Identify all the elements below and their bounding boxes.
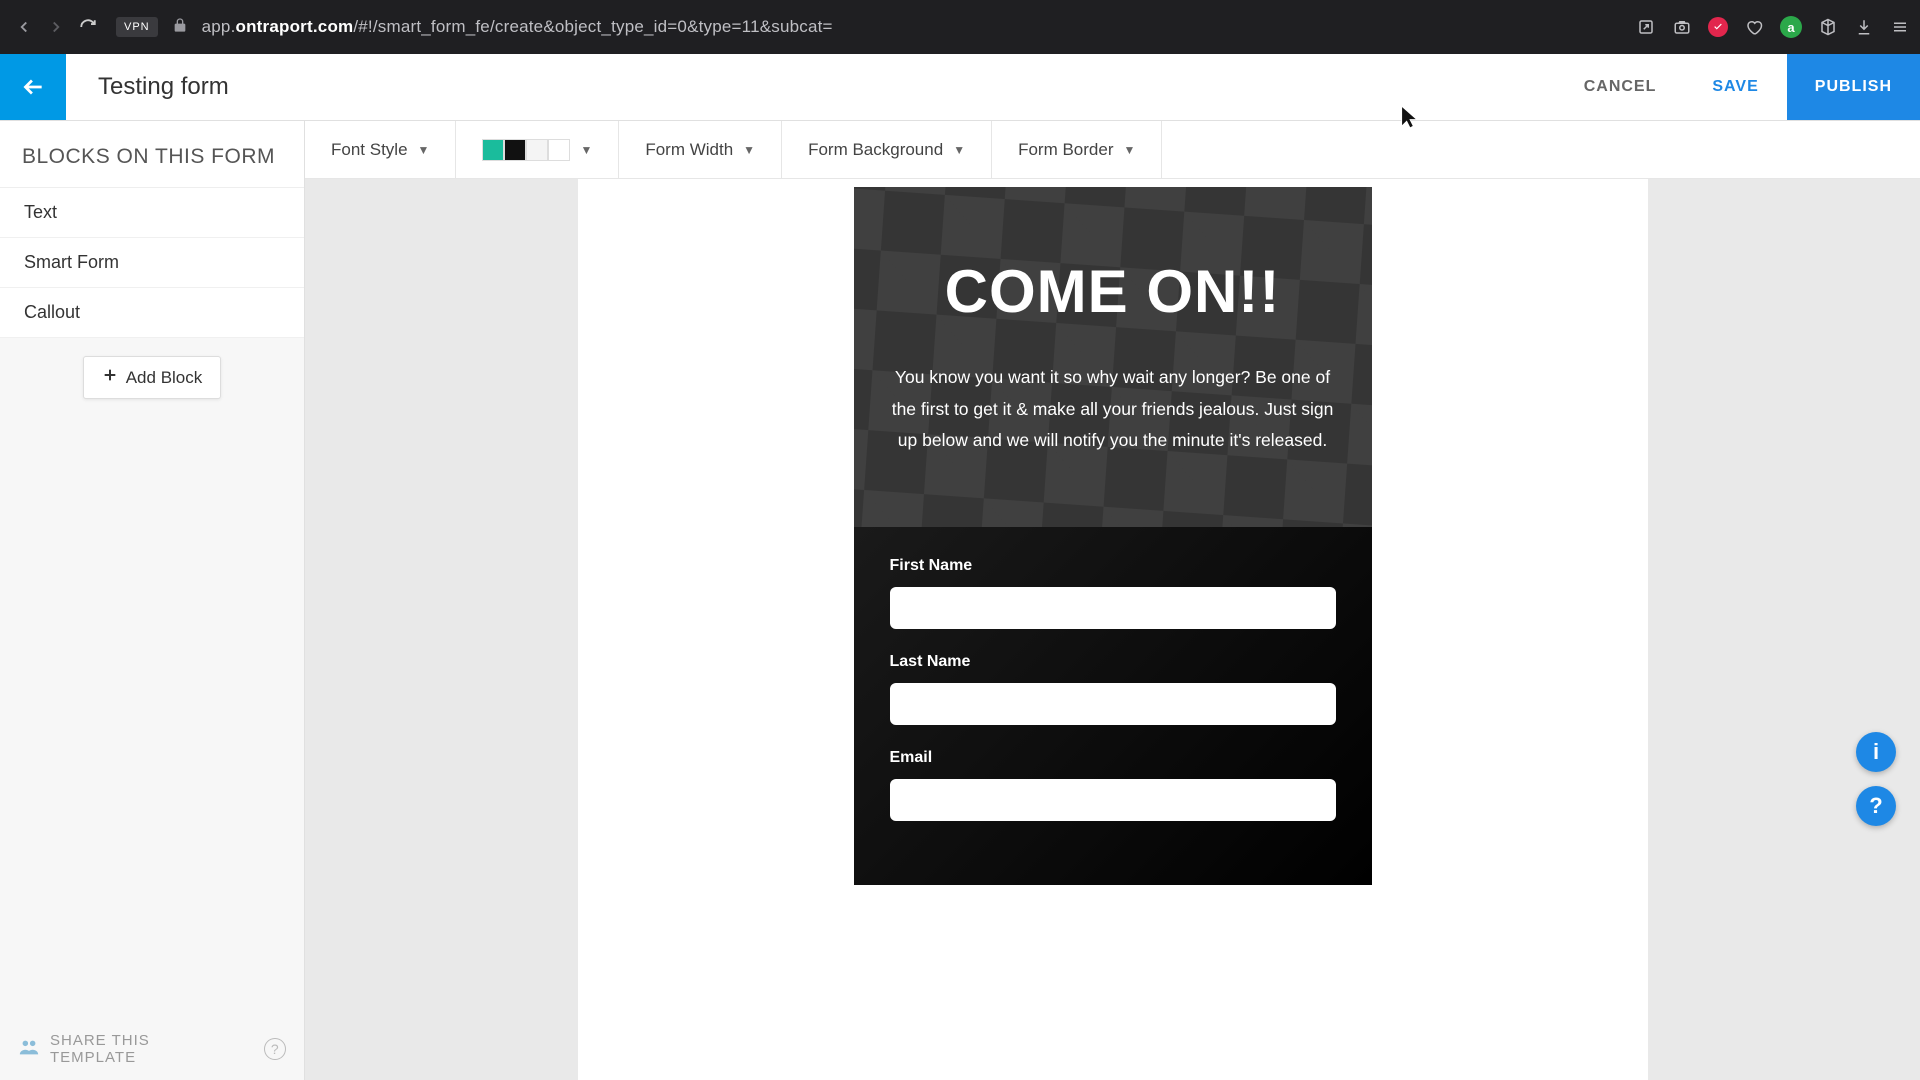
font-style-label: Font Style xyxy=(331,140,408,160)
menu-icon[interactable] xyxy=(1890,17,1910,37)
url-host: ontraport.com xyxy=(236,17,354,36)
save-button[interactable]: SAVE xyxy=(1684,78,1786,96)
plus-icon xyxy=(102,367,118,388)
share-icon[interactable] xyxy=(1636,17,1656,37)
url-prefix: app. xyxy=(202,17,236,36)
info-bubble[interactable]: i xyxy=(1856,732,1896,772)
font-style-dropdown[interactable]: Font Style ▼ xyxy=(305,121,456,178)
toolbar: Font Style ▼ ▼ Form Width ▼ xyxy=(305,121,1920,179)
form-width-label: Form Width xyxy=(645,140,733,160)
last-name-label: Last Name xyxy=(890,653,1336,671)
lock-icon xyxy=(172,17,188,38)
download-icon[interactable] xyxy=(1854,17,1874,37)
vpn-badge[interactable]: VPN xyxy=(116,17,158,37)
form-background-dropdown[interactable]: Form Background ▼ xyxy=(782,121,992,178)
heart-icon[interactable] xyxy=(1744,17,1764,37)
help-bubble[interactable]: ? xyxy=(1856,786,1896,826)
chevron-down-icon: ▼ xyxy=(743,143,755,157)
back-icon[interactable] xyxy=(10,13,38,41)
last-name-input[interactable] xyxy=(890,683,1336,725)
box-icon[interactable] xyxy=(1818,17,1838,37)
page-title: Testing form xyxy=(66,73,1556,101)
sidebar: BLOCKS ON THIS FORM Text Smart Form Call… xyxy=(0,121,305,1080)
chevron-down-icon: ▼ xyxy=(953,143,965,157)
form-border-label: Form Border xyxy=(1018,140,1113,160)
camera-icon[interactable] xyxy=(1672,17,1692,37)
address-bar[interactable]: app.ontraport.com/#!/smart_form_fe/creat… xyxy=(202,17,1622,37)
sidebar-block-smart-form[interactable]: Smart Form xyxy=(0,238,304,288)
email-input[interactable] xyxy=(890,779,1336,821)
first-name-label: First Name xyxy=(890,557,1336,575)
cancel-button[interactable]: CANCEL xyxy=(1556,78,1685,96)
form-border-dropdown[interactable]: Form Border ▼ xyxy=(992,121,1162,178)
add-block-button[interactable]: Add Block xyxy=(83,356,222,399)
first-name-input[interactable] xyxy=(890,587,1336,629)
app-header: Testing form CANCEL SAVE PUBLISH xyxy=(0,54,1920,120)
form-preview[interactable]: COME ON!! You know you want it so why wa… xyxy=(854,187,1372,1080)
sidebar-block-callout[interactable]: Callout xyxy=(0,288,304,338)
color-swatches xyxy=(482,139,570,161)
page: COME ON!! You know you want it so why wa… xyxy=(578,179,1648,1080)
email-label: Email xyxy=(890,749,1336,767)
hero-section: COME ON!! You know you want it so why wa… xyxy=(854,187,1372,527)
swatch-teal xyxy=(482,139,504,161)
profile-avatar[interactable]: a xyxy=(1780,16,1802,38)
reload-icon[interactable] xyxy=(74,13,102,41)
color-dropdown[interactable]: ▼ xyxy=(456,121,619,178)
swatch-light xyxy=(526,139,548,161)
url-path: /#!/smart_form_fe/create&object_type_id=… xyxy=(353,17,832,36)
people-icon xyxy=(18,1036,40,1062)
forward-icon[interactable] xyxy=(42,13,70,41)
app-back-button[interactable] xyxy=(0,54,66,120)
form-width-dropdown[interactable]: Form Width ▼ xyxy=(619,121,782,178)
chevron-down-icon: ▼ xyxy=(418,143,430,157)
hero-heading: COME ON!! xyxy=(882,257,1344,326)
hero-body: You know you want it so why wait any lon… xyxy=(882,362,1344,457)
sidebar-heading: BLOCKS ON THIS FORM xyxy=(0,121,304,188)
swatch-white xyxy=(548,139,570,161)
publish-button[interactable]: PUBLISH xyxy=(1787,54,1920,120)
form-background-label: Form Background xyxy=(808,140,943,160)
form-fields-section: First Name Last Name Email xyxy=(854,527,1372,885)
browser-chrome: VPN app.ontraport.com/#!/smart_form_fe/c… xyxy=(0,0,1920,54)
extension-badge-icon[interactable] xyxy=(1708,17,1728,37)
chevron-down-icon: ▼ xyxy=(580,143,592,157)
chevron-down-icon: ▼ xyxy=(1124,143,1136,157)
share-label: SHARE THIS TEMPLATE xyxy=(50,1032,236,1066)
canvas[interactable]: COME ON!! You know you want it so why wa… xyxy=(305,179,1920,1080)
add-block-label: Add Block xyxy=(126,368,203,388)
sidebar-block-text[interactable]: Text xyxy=(0,188,304,238)
help-icon[interactable]: ? xyxy=(264,1038,286,1060)
share-template-button[interactable]: SHARE THIS TEMPLATE ? xyxy=(0,1018,304,1080)
swatch-black xyxy=(504,139,526,161)
